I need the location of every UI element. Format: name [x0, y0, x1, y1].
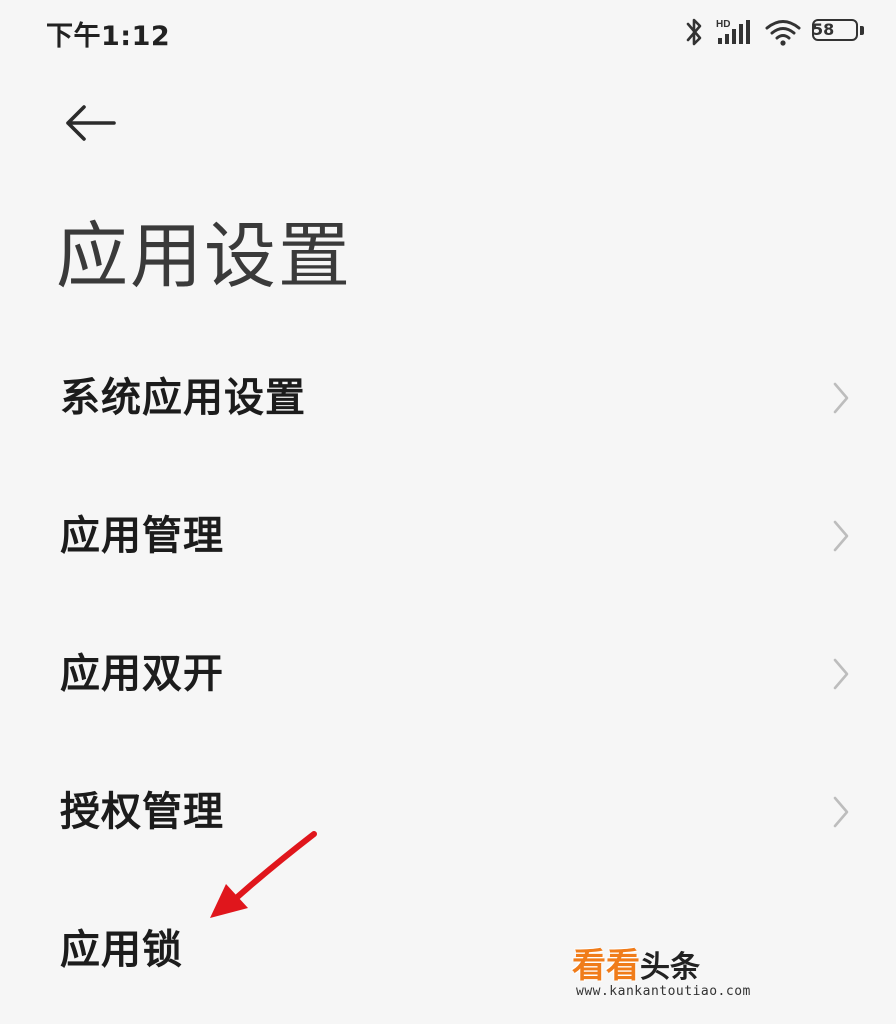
- menu-item-system-app-settings[interactable]: 系统应用设置: [0, 330, 896, 468]
- wifi-icon: [764, 16, 802, 48]
- battery-level: 58: [812, 20, 835, 39]
- menu-item-permission-management[interactable]: 授权管理: [0, 744, 896, 882]
- watermark-url: www.kankantoutiao.com: [576, 984, 751, 999]
- menu-item-label: 应用双开: [60, 651, 224, 697]
- menu-item-label: 系统应用设置: [60, 375, 306, 421]
- watermark: 看看头条 www.kankantoutiao.com: [566, 946, 786, 1006]
- battery-icon: 58: [812, 19, 866, 45]
- watermark-suffix: 头条: [640, 950, 700, 985]
- status-time: 下午1:12: [46, 21, 171, 52]
- chevron-right-icon: [833, 658, 849, 690]
- hd-signal-icon: HD: [714, 16, 754, 48]
- arrow-left-icon: [66, 105, 116, 141]
- menu-item-dual-apps[interactable]: 应用双开: [0, 606, 896, 744]
- status-icons: HD 58: [684, 12, 866, 52]
- chevron-right-icon: [833, 520, 849, 552]
- back-button[interactable]: [56, 94, 124, 152]
- status-bar: 下午1:12 HD 58: [0, 0, 896, 66]
- red-arrow-annotation-icon: [210, 831, 317, 918]
- bluetooth-icon: [684, 16, 704, 48]
- settings-menu-list: 系统应用设置 应用管理 应用双开 授权管理 应用锁: [0, 330, 896, 1020]
- watermark-brand: 看看: [572, 946, 640, 986]
- svg-text:HD: HD: [716, 19, 730, 30]
- chevron-right-icon: [833, 382, 849, 414]
- app-settings-screen: 下午1:12 HD 58 应用设置 系统应用设置 应用管理 应用双开 授权管理 …: [0, 0, 896, 1024]
- menu-item-label: 应用管理: [60, 513, 224, 559]
- menu-item-app-management[interactable]: 应用管理: [0, 468, 896, 606]
- page-title: 应用设置: [56, 214, 353, 298]
- menu-item-label: 应用锁: [60, 927, 183, 973]
- chevron-right-icon: [833, 796, 849, 828]
